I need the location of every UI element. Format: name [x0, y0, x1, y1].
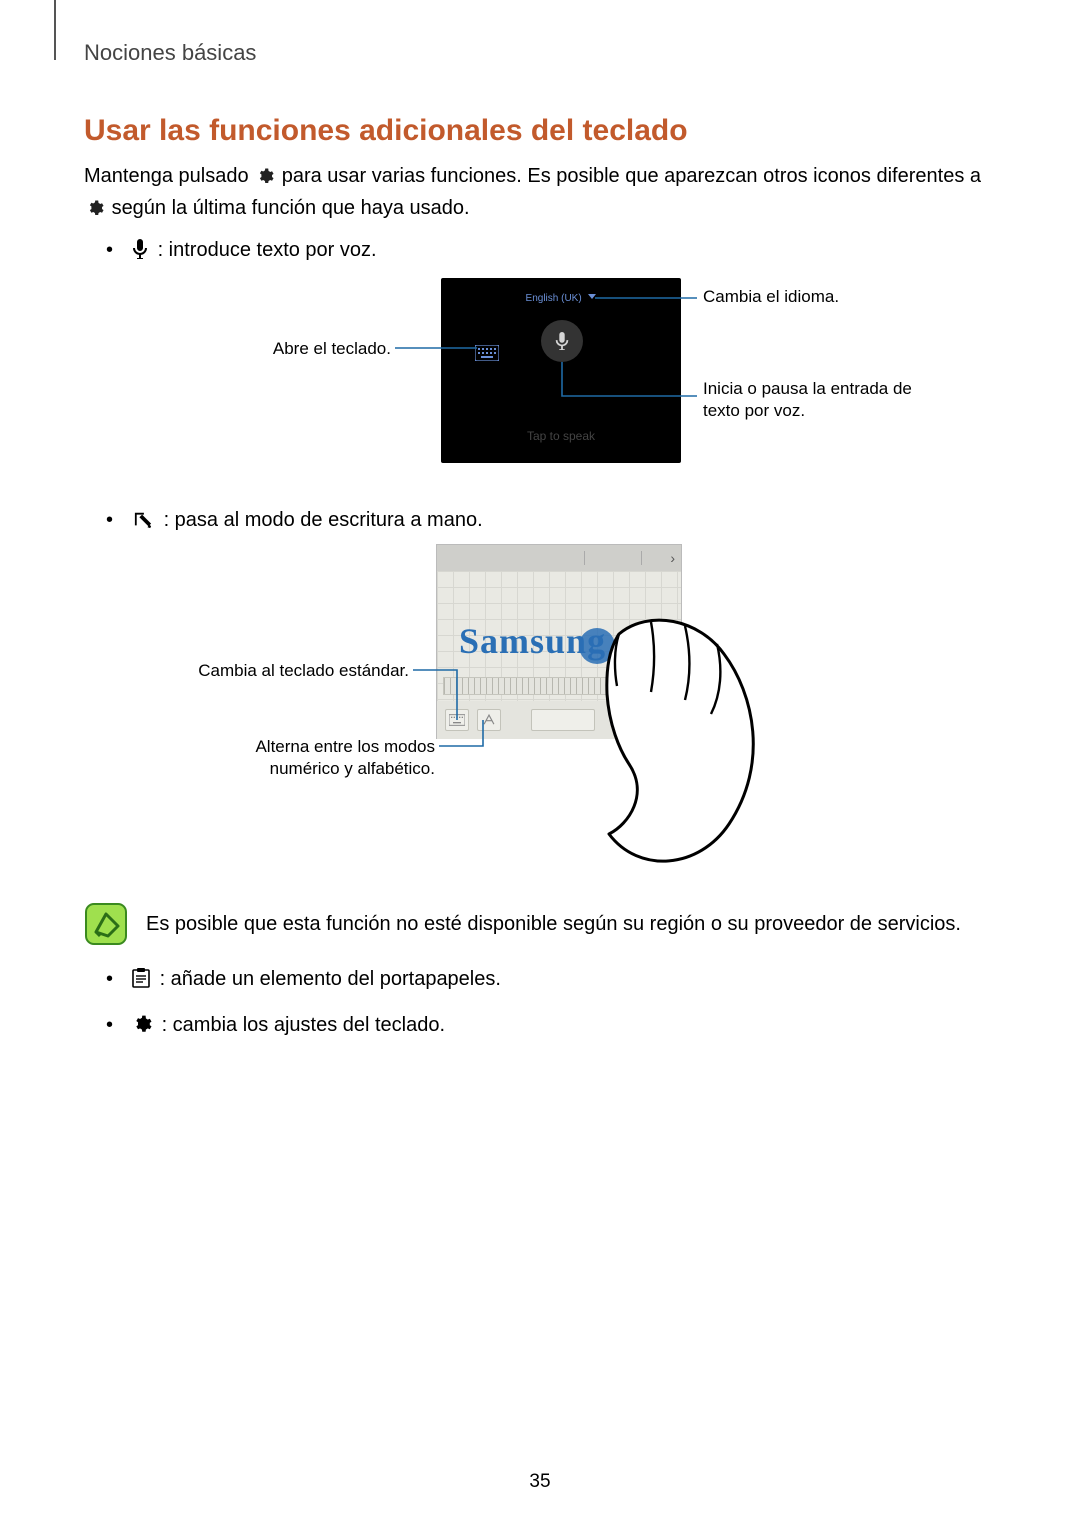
bullet-settings: : cambia los ajustes del teclado.	[106, 1011, 996, 1043]
callout-change-language: Cambia el idioma.	[703, 286, 839, 308]
page-corner-rule	[54, 0, 56, 60]
voice-input-panel: English (UK) Tap to speak	[441, 278, 681, 463]
gear-icon	[132, 1014, 152, 1043]
language-label: English (UK)	[526, 292, 582, 307]
callout-start-pause-voice: Inicia o pausa la entrada de texto por v…	[703, 378, 943, 422]
bullet-settings-text: : cambia los ajustes del teclado.	[162, 1014, 446, 1036]
breadcrumb: Nociones básicas	[84, 40, 996, 66]
bullet-clipboard: : añade un elemento del portapapeles.	[106, 965, 996, 997]
intro-paragraph: Mantenga pulsado para usar varias funcio…	[84, 162, 996, 226]
callout-toggle-mode: Alterna entre los modos numérico y alfab…	[181, 736, 435, 780]
clipboard-icon	[132, 968, 150, 997]
gear-icon	[86, 197, 104, 226]
handwriting-icon	[132, 509, 154, 538]
bullet-voice-text: : introduce texto por voz.	[158, 239, 377, 261]
standard-keyboard-button	[445, 709, 469, 731]
section-heading: Usar las funciones adicionales del tecla…	[84, 114, 996, 148]
alpha-numeric-toggle	[477, 709, 501, 731]
keyboard-icon	[475, 341, 499, 357]
note-icon	[84, 902, 128, 951]
chevron-right-icon: ›	[670, 548, 675, 568]
microphone-icon	[132, 239, 148, 268]
intro-text-c: según la última función que haya usado.	[112, 197, 470, 219]
page-number: 35	[0, 1471, 1080, 1493]
mic-button	[541, 320, 583, 362]
bullet-list: : introduce texto por voz. English (UK) …	[106, 236, 996, 874]
chevron-down-icon	[588, 294, 596, 299]
hand-pointer-illustration	[559, 614, 779, 874]
page-content: Nociones básicas Usar las funciones adic…	[0, 0, 1080, 1043]
bullet-clipboard-text: : añade un elemento del portapapeles.	[160, 968, 501, 990]
handwriting-suggestion-bar: ›	[437, 545, 681, 571]
callout-open-keyboard: Abre el teclado.	[251, 338, 391, 360]
bullet-list-2: : añade un elemento del portapapeles. : …	[106, 965, 996, 1043]
intro-text-b: para usar varias funciones. Es posible q…	[282, 165, 981, 187]
tap-to-speak-label: Tap to speak	[441, 428, 681, 445]
figure-handwriting: › Samsung	[181, 544, 941, 874]
figure-voice-input: English (UK) Tap to speak Abre el teclad…	[181, 278, 941, 478]
note-block: Es posible que esta función no esté disp…	[84, 902, 996, 951]
bullet-handwriting: : pasa al modo de escritura a mano. › Sa…	[106, 506, 996, 874]
language-selector: English (UK)	[441, 292, 681, 307]
bullet-handwriting-text: : pasa al modo de escritura a mano.	[164, 509, 483, 531]
bullet-voice: : introduce texto por voz. English (UK) …	[106, 236, 996, 478]
intro-text-a: Mantenga pulsado	[84, 165, 249, 187]
callout-standard-keyboard: Cambia al teclado estándar.	[181, 660, 409, 682]
note-text: Es posible que esta función no esté disp…	[146, 902, 961, 939]
gear-icon	[256, 165, 274, 194]
